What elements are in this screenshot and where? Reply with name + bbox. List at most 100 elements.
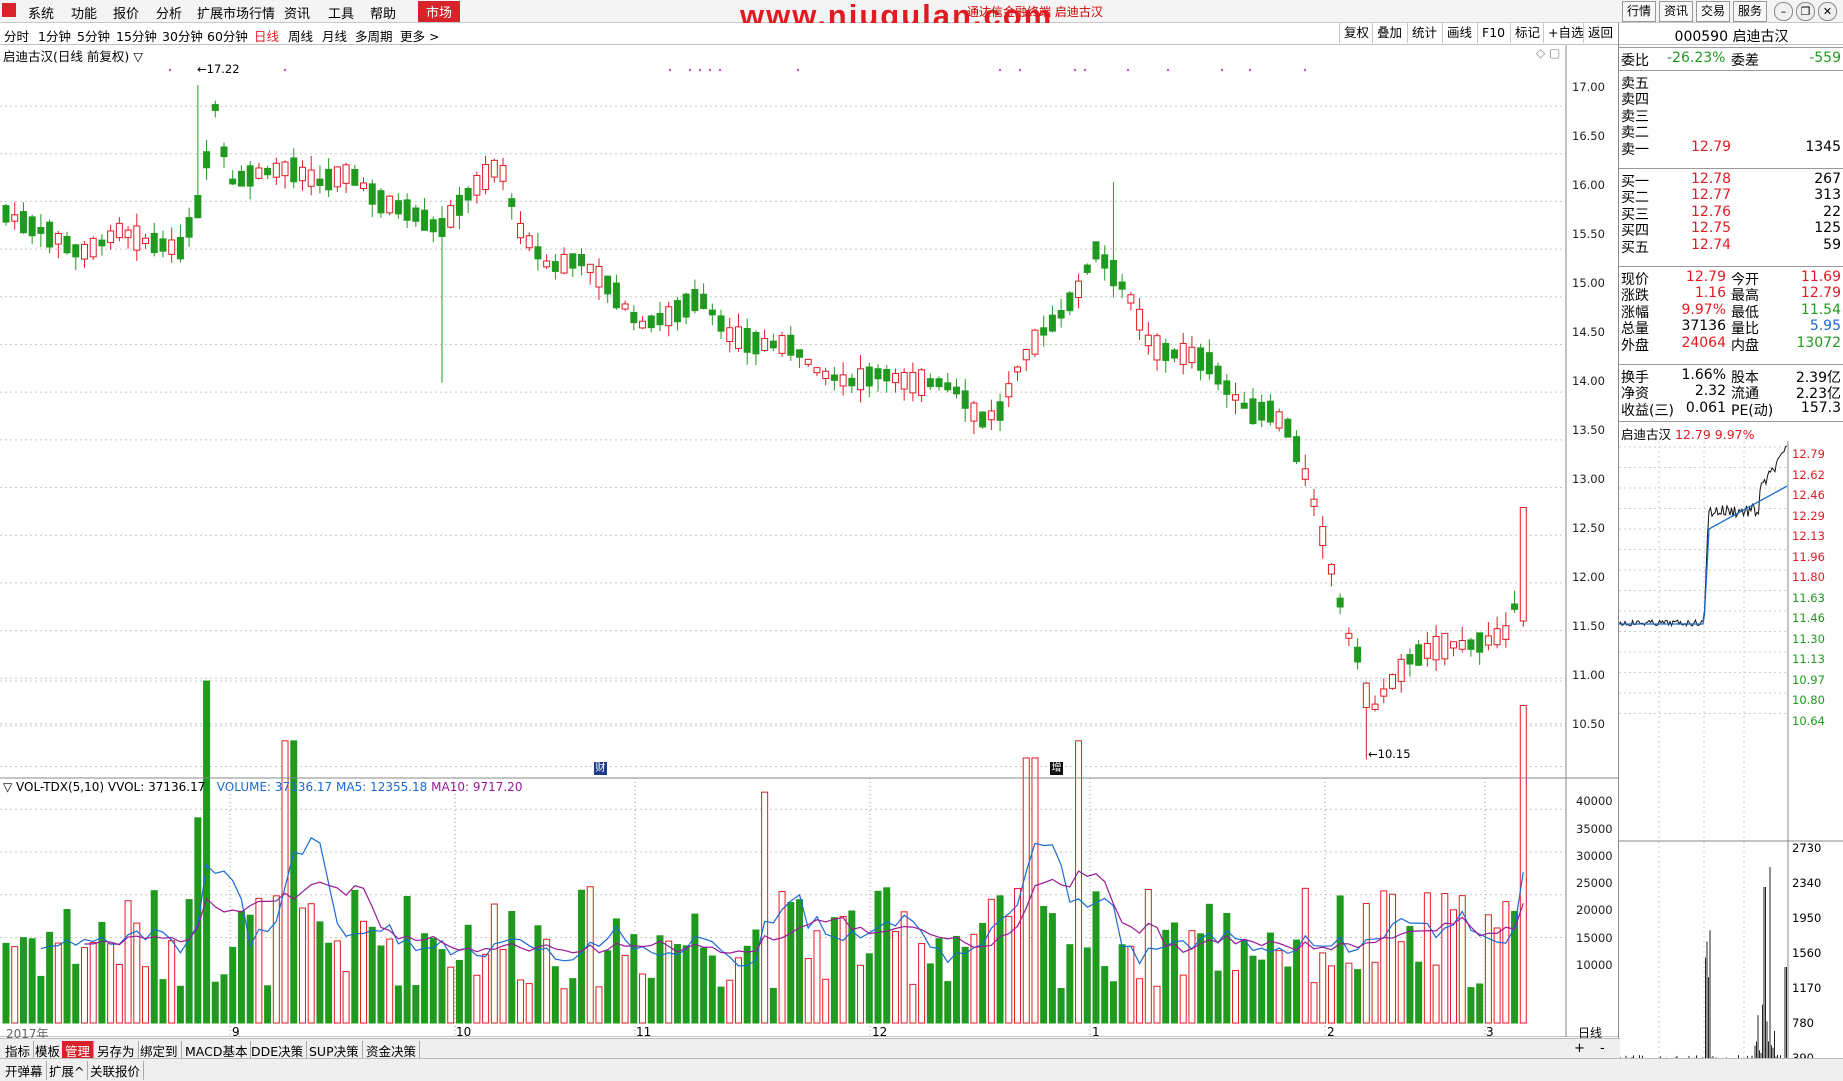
volume-tick: 15000 [1576,931,1613,945]
indicator-legend[interactable]: ▽ VOL-TDX(5,10) VVOL: 37136.17 VOLUME: 3… [3,780,522,794]
volume-bar [639,973,647,1024]
book-level-volume: 267 [1814,171,1841,187]
x-label: 2 [1327,1025,1335,1039]
event-marker-finance[interactable]: 财 [594,762,607,775]
candle-body [586,263,594,274]
menu-quote[interactable]: 报价 [113,3,139,22]
menu-tools[interactable]: 工具 [328,3,354,22]
tool-mark[interactable]: 标记 [1510,23,1544,43]
candle-body [298,166,306,182]
volume-bar [1432,964,1440,1024]
close-icon[interactable]: ✕ [1818,2,1837,21]
candle-body [176,236,184,260]
menu-system[interactable]: 系统 [28,3,54,22]
tool-stats[interactable]: 统计 [1407,23,1441,43]
menu-market[interactable]: 市场 [418,1,461,22]
volume-bar [508,910,516,1024]
candle-body [1354,646,1362,663]
stock-title[interactable]: 启迪古汉(日线 前复权) ▽ [3,46,143,65]
event-dot [1248,68,1252,72]
period-60min[interactable]: 60分钟 [207,26,248,45]
mini-price-tick: 10.80 [1792,693,1825,707]
toggle-barrage[interactable]: 开弹幕 [2,1061,47,1080]
candle-body [813,367,821,374]
menubar: 系统 功能 报价 分析 扩展市场行情 资讯 工具 帮助 市场 通达信金融终端 启… [0,0,1843,33]
period-5min[interactable]: 5分钟 [77,26,110,45]
tool-f10[interactable]: F10 [1477,23,1509,43]
tool-back[interactable]: 返回 [1583,23,1617,43]
period-15min[interactable]: 15分钟 [116,26,157,45]
volume-bar [543,938,551,1024]
menu-help[interactable]: 帮助 [370,3,396,22]
restore-icon[interactable]: ❐ [1796,2,1815,21]
candle-body [281,161,289,177]
period-daily[interactable]: 日线 [254,26,279,45]
mini-price-tick: 12.29 [1792,508,1825,523]
candle-body [447,205,455,228]
period-multi[interactable]: 多周期 [355,26,393,45]
indicator-name[interactable]: ▽ VOL-TDX(5,10) [3,780,104,794]
menu-function[interactable]: 功能 [71,3,97,22]
menu-analysis[interactable]: 分析 [156,3,182,22]
volume-bar [1293,939,1301,1024]
menu-extended-market[interactable]: 扩展市场行情 [197,3,275,22]
menu-news[interactable]: 资讯 [284,3,310,22]
candle-body [979,411,987,428]
mini-price-tick: 12.46 [1792,488,1825,502]
period-more[interactable]: 更多 > [400,26,439,45]
event-dot [1126,68,1130,72]
top-button-service[interactable]: 服务 [1733,1,1767,22]
tool-overlay[interactable]: 叠加 [1372,23,1406,43]
linked-quotes[interactable]: 关联报价 [87,1061,145,1080]
volume-bar [691,913,699,1024]
candle-body [909,371,917,394]
book-level-price: 12.76 [1691,203,1732,220]
period-weekly[interactable]: 周线 [288,26,313,45]
candle-body [534,246,542,260]
zoom-out-button[interactable]: - [1600,1041,1605,1056]
zoom-in-button[interactable]: + [1574,1041,1585,1056]
candle-body [839,374,847,387]
candle-body [1101,254,1109,269]
candle-body [1415,644,1423,666]
mini-price: 12.79 [1675,427,1711,442]
tool-add-favorite[interactable]: +自选 [1543,23,1587,43]
book-level-label: 卖一 [1621,141,1649,158]
period-1min[interactable]: 1分钟 [38,26,71,45]
volume-bar [900,911,908,1024]
event-marker-increase[interactable]: 增 [1050,762,1063,775]
period-30min[interactable]: 30分钟 [162,26,203,45]
top-button-trade[interactable]: 交易 [1696,1,1730,22]
volume-bar [499,948,507,1024]
mini-volume-tick: 780 [1792,1016,1814,1030]
quote-header: 000590 启迪古汉 [1674,29,1789,45]
candle-body [1258,401,1266,421]
book-row: 买五 12.74 59 [1619,237,1843,256]
candle-body [551,261,559,272]
event-dot [1166,68,1170,72]
candle-body [1057,309,1065,319]
period-monthly[interactable]: 月线 [322,26,347,45]
event-dot [1220,68,1224,72]
candle-body [1205,352,1213,375]
minimize-icon[interactable]: – [1774,2,1793,21]
candle-body [1240,402,1248,409]
volume-bar [455,959,463,1024]
x-label: 9 [232,1025,240,1039]
toggle-extend[interactable]: 扩展^ [46,1061,89,1080]
candlestick-chart[interactable] [0,45,1618,1037]
quote-value: 1.66% [1681,367,1726,383]
volume-bar [438,949,446,1024]
app-logo-icon[interactable] [2,3,16,17]
tool-adjust[interactable]: 复权 [1339,23,1373,43]
quote-value: 5.95 [1809,318,1841,335]
period-timeshare[interactable]: 分时 [4,26,29,45]
volume-bar [1319,952,1327,1024]
mini-price-line [1619,445,1788,628]
top-button-news[interactable]: 资讯 [1659,1,1693,22]
volume-bar [133,922,141,1024]
top-button-market[interactable]: 行情 [1622,1,1656,22]
tool-draw[interactable]: 画线 [1442,23,1476,43]
chart-settings-icon[interactable]: ◇ ▢ [1536,46,1560,60]
quote-value: 0.061 [1685,399,1726,416]
